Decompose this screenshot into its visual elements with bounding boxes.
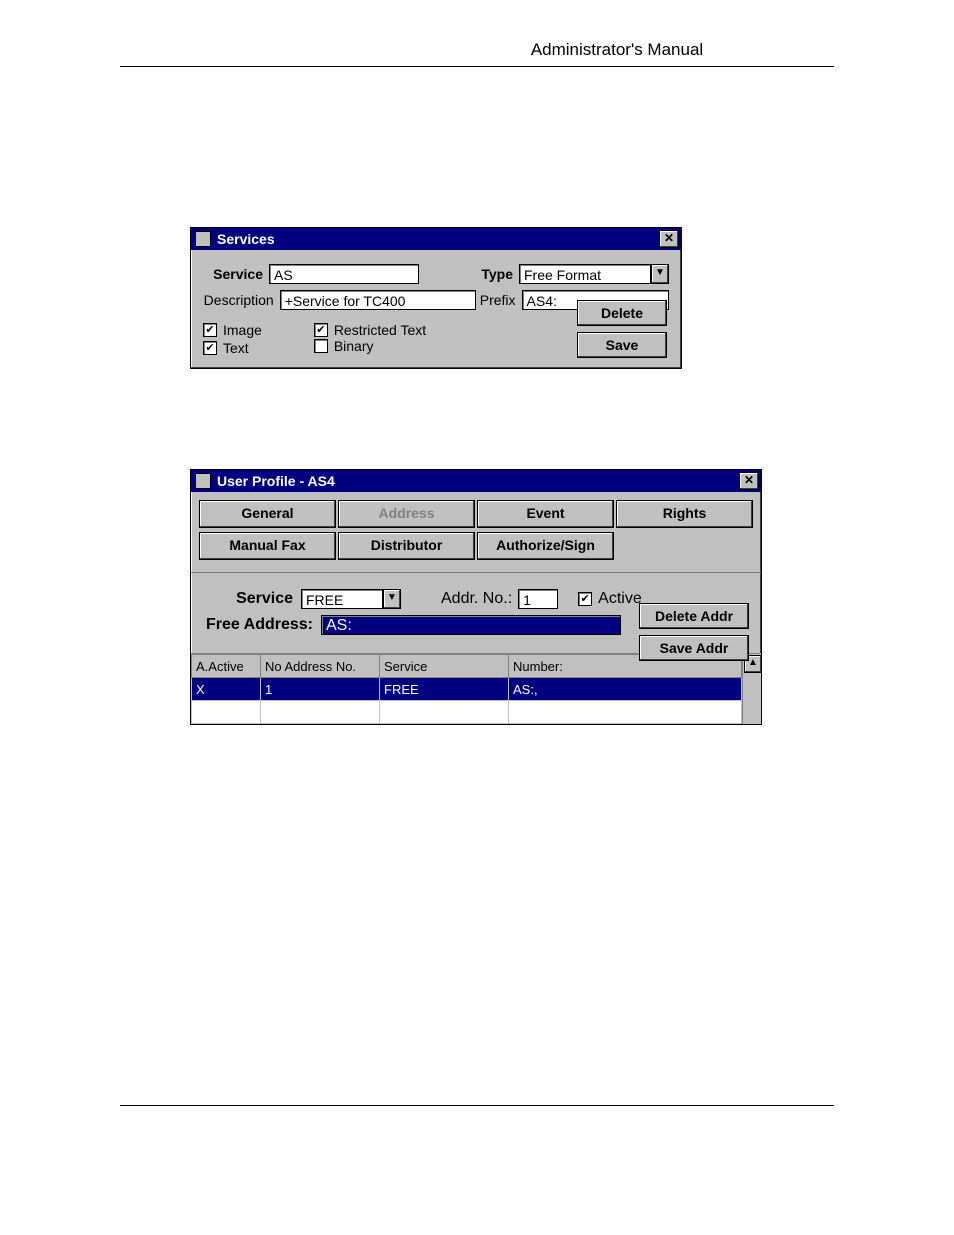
profile-service-value: FREE bbox=[301, 589, 383, 609]
free-address-label: Free Address: bbox=[203, 616, 313, 634]
cell-service: FREE bbox=[380, 678, 509, 701]
text-check-label: Text bbox=[223, 340, 249, 356]
header-title: Administrator's Manual bbox=[531, 40, 703, 60]
profile-tabs: General Address Event Rights Manual Fax … bbox=[191, 492, 761, 573]
profile-titlebar: User Profile - AS4 ✕ bbox=[191, 470, 761, 492]
checkbox-icon: ✔ bbox=[203, 323, 217, 337]
app-icon bbox=[195, 231, 211, 247]
app-icon bbox=[195, 473, 211, 489]
col-service[interactable]: Service bbox=[380, 655, 509, 678]
chevron-down-icon[interactable]: ▼ bbox=[651, 264, 669, 284]
addr-no-input[interactable]: 1 bbox=[518, 589, 558, 609]
user-profile-window: User Profile - AS4 ✕ General Address Eve… bbox=[190, 469, 762, 725]
tab-address[interactable]: Address bbox=[338, 500, 475, 528]
delete-addr-button[interactable]: Delete Addr bbox=[639, 603, 749, 629]
active-checkbox[interactable]: ✔ Active bbox=[578, 590, 642, 608]
tab-general[interactable]: General bbox=[199, 500, 336, 528]
checkbox-icon: ✔ bbox=[314, 323, 328, 337]
footer-rule bbox=[120, 1105, 834, 1106]
active-label: Active bbox=[598, 590, 642, 608]
service-label: Service bbox=[203, 266, 263, 282]
binary-checkbox[interactable]: Binary bbox=[314, 338, 374, 354]
profile-service-select[interactable]: FREE ▼ bbox=[301, 589, 401, 609]
profile-service-label: Service bbox=[203, 590, 293, 608]
checkbox-icon bbox=[314, 339, 328, 353]
profile-title: User Profile - AS4 bbox=[215, 473, 737, 489]
tab-distributor[interactable]: Distributor bbox=[338, 532, 475, 560]
description-label: Description bbox=[203, 292, 274, 308]
col-active[interactable]: A.Active bbox=[192, 655, 261, 678]
restricted-check-label: Restricted Text bbox=[334, 322, 426, 338]
checkbox-icon: ✔ bbox=[578, 592, 592, 606]
checkbox-icon: ✔ bbox=[203, 341, 217, 355]
chevron-down-icon[interactable]: ▼ bbox=[383, 589, 401, 609]
restricted-checkbox[interactable]: ✔ Restricted Text bbox=[314, 322, 426, 338]
close-icon[interactable]: ✕ bbox=[659, 230, 679, 248]
prefix-label: Prefix bbox=[476, 292, 515, 308]
addr-no-label: Addr. No.: bbox=[441, 590, 512, 608]
save-button[interactable]: Save bbox=[577, 332, 667, 358]
tab-authorize[interactable]: Authorize/Sign bbox=[477, 532, 614, 560]
col-no[interactable]: No Address No. bbox=[261, 655, 380, 678]
type-select[interactable]: Free Format ▼ bbox=[519, 264, 669, 284]
description-input[interactable]: +Service for TC400 bbox=[280, 290, 477, 310]
close-icon[interactable]: ✕ bbox=[739, 472, 759, 490]
services-window: Services ✕ Service AS Type Free Format ▼… bbox=[190, 227, 682, 369]
service-input[interactable]: AS bbox=[269, 264, 419, 284]
table-row[interactable] bbox=[192, 701, 742, 724]
save-addr-button[interactable]: Save Addr bbox=[639, 635, 749, 661]
cell-no: 1 bbox=[261, 678, 380, 701]
table-row[interactable]: X 1 FREE AS:, bbox=[192, 678, 742, 701]
page-header: Administrator's Manual bbox=[120, 40, 834, 67]
type-value: Free Format bbox=[519, 264, 651, 284]
tab-event[interactable]: Event bbox=[477, 500, 614, 528]
delete-button[interactable]: Delete bbox=[577, 300, 667, 326]
image-check-label: Image bbox=[223, 322, 262, 338]
type-label: Type bbox=[473, 266, 513, 282]
services-title: Services bbox=[215, 231, 657, 247]
text-checkbox[interactable]: ✔ Text bbox=[203, 340, 249, 356]
image-checkbox[interactable]: ✔ Image bbox=[203, 322, 262, 338]
free-address-input[interactable]: AS: bbox=[321, 615, 621, 635]
tab-rights[interactable]: Rights bbox=[616, 500, 753, 528]
tab-manual-fax[interactable]: Manual Fax bbox=[199, 532, 336, 560]
binary-check-label: Binary bbox=[334, 338, 374, 354]
cell-number: AS:, bbox=[509, 678, 742, 701]
cell-active: X bbox=[192, 678, 261, 701]
services-titlebar: Services ✕ bbox=[191, 228, 681, 250]
